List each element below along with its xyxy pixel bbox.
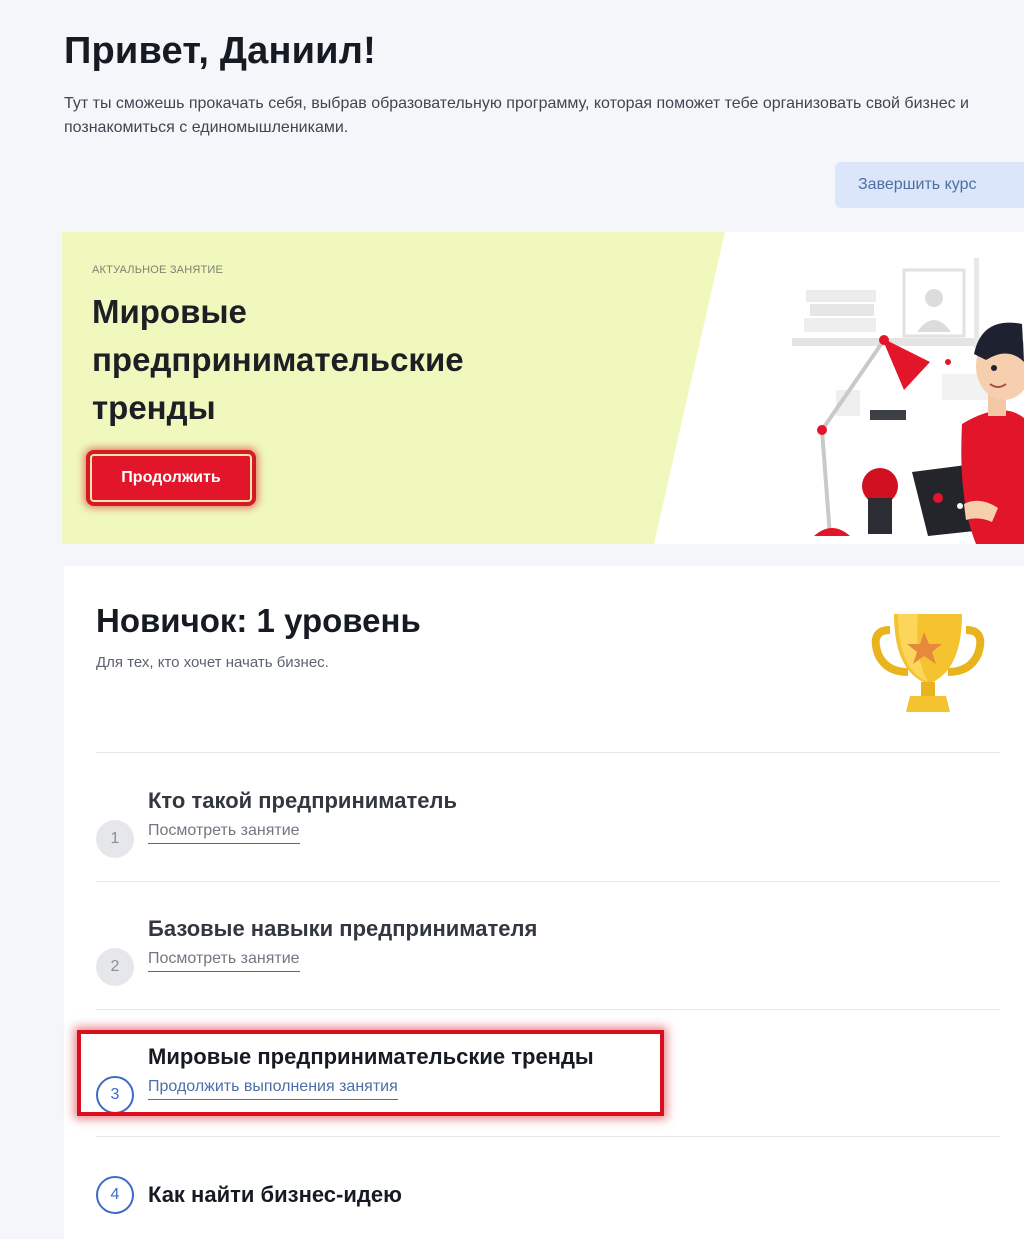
view-lesson-link[interactable]: Посмотреть занятие — [148, 822, 300, 844]
current-lesson-title: Мировые предпринимательские тренды — [92, 293, 464, 426]
divider — [96, 1009, 1000, 1010]
trophy-icon — [871, 614, 985, 712]
man-at-laptop-illustration — [792, 258, 1024, 544]
finish-course-button[interactable]: Завершить курс — [835, 162, 1024, 208]
lesson-title: Мировые предпринимательские тренды — [148, 1044, 594, 1069]
level-title: Новичок: 1 уровень — [96, 602, 421, 639]
page: Привет, Даниил! Тут ты сможешь прокачать… — [0, 0, 1024, 1239]
lesson-item-3[interactable]: 3 Мировые предпринимательские тренды Про… — [96, 1044, 996, 1124]
lesson-item-2[interactable]: 2 Базовые навыки предпринимателя Посмотр… — [96, 916, 996, 996]
lesson-number-badge: 1 — [96, 820, 134, 858]
level-card: Новичок: 1 уровень Для тех, кто хочет на… — [64, 566, 1024, 1239]
lesson-item-1[interactable]: 1 Кто такой предприниматель Посмотреть з… — [96, 788, 996, 868]
page-title: Привет, Даниил! — [64, 30, 376, 72]
view-lesson-link[interactable]: Посмотреть занятие — [148, 950, 300, 972]
divider — [96, 881, 1000, 882]
current-lesson-label: Актуальное занятие — [92, 264, 224, 276]
lesson-number-badge: 3 — [96, 1076, 134, 1114]
intro-text: Тут ты сможешь прокачать себя, выбрав об… — [64, 95, 969, 136]
lesson-title: Базовые навыки предпринимателя — [148, 916, 538, 941]
lesson-number-badge: 4 — [96, 1176, 134, 1214]
continue-lesson-link[interactable]: Продолжить выполнения занятия — [148, 1078, 398, 1100]
divider — [96, 1136, 1000, 1137]
continue-button[interactable]: Продолжить — [90, 454, 252, 502]
divider — [96, 752, 1000, 753]
lesson-title: Кто такой предприниматель — [148, 788, 457, 813]
level-subtitle: Для тех, кто хочет начать бизнес. — [96, 654, 329, 671]
lesson-item-4[interactable]: 4 Как найти бизнес-идею — [96, 1176, 996, 1239]
lesson-title: Как найти бизнес-идею — [148, 1182, 402, 1207]
lesson-number-badge: 2 — [96, 948, 134, 986]
current-lesson-banner: Актуальное занятие Мировые предпринимате… — [62, 232, 1024, 544]
